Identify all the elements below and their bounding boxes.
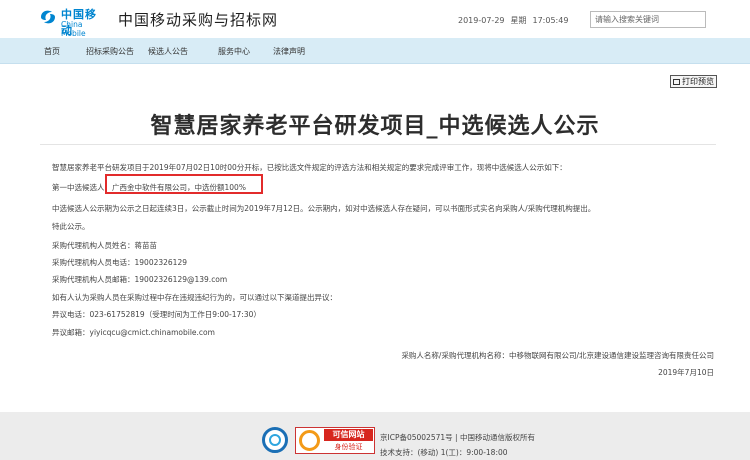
- nav-item-home[interactable]: 首页: [44, 46, 60, 57]
- notice-line: 特此公示。: [52, 222, 90, 231]
- site-header: 中国移动 China Mobile 中国移动采购与招标网 2019-07-29 星…: [0, 0, 750, 38]
- trusted-site-subtitle: 身份验证: [334, 443, 363, 451]
- page-title: 智慧居家养老平台研发项目_中选候选人公示: [150, 114, 600, 139]
- notice-intro: 智慧居家养老平台研发项目于2019年07月02日10时00分开标，已按比选文件规…: [52, 163, 567, 172]
- notice-line: 异议电话：023-61752819（受理时间为工作日9:00-17:30）: [52, 310, 261, 319]
- notice-line: 采购代理机构人员电话：19002326129: [52, 258, 187, 267]
- trusted-site-title: 可信网站: [324, 429, 373, 441]
- print-preview-label: 打印预览: [682, 77, 714, 86]
- notice-line: 如有人认为采购人员在采购过程中存在违规违纪行为的，可以通过以下渠道提出异议：: [52, 293, 337, 302]
- police-badge-icon[interactable]: [262, 427, 288, 453]
- nav-item-service-center[interactable]: 服务中心: [218, 46, 250, 57]
- current-datetime: 2019-07-29 星期 17:05:49: [458, 15, 574, 26]
- nav-item-legal[interactable]: 法律声明: [273, 46, 305, 57]
- current-date: 2019-07-29: [458, 16, 505, 25]
- search-input[interactable]: 请输入搜索关键词: [590, 11, 706, 28]
- notice-line: 采购代理机构人员姓名：蒋苗苗: [52, 241, 157, 250]
- current-time: 17:05:49: [532, 16, 569, 25]
- title-divider: [40, 144, 716, 145]
- nav-item-candidate-notices[interactable]: 候选人公告: [148, 46, 188, 57]
- notice-date: 2019年7月10日: [658, 368, 714, 377]
- current-weekday: 星期: [510, 16, 527, 25]
- print-preview-button[interactable]: 打印预览: [670, 75, 717, 88]
- trusted-site-icon: [299, 430, 320, 451]
- main-nav: 首页 招标采购公告 候选人公告 服务中心 法律声明: [0, 38, 750, 64]
- printer-icon: [673, 78, 680, 85]
- notice-line: 中选候选人公示期为公示之日起连续3日，公示截止时间为2019年7月12日。公示期…: [52, 204, 596, 213]
- notice-line: 采购代理机构人员邮箱：19002326129@139.com: [52, 275, 228, 284]
- logo-en-text: China Mobile: [61, 20, 86, 38]
- notice-signature: 采购人名称/采购代理机构名称：中移物联网有限公司/北京建设通信建设监理咨询有限责…: [401, 351, 714, 360]
- candidate-rank-label: 第一中选候选人：: [52, 183, 112, 192]
- site-title: 中国移动采购与招标网: [118, 11, 279, 29]
- china-mobile-logo[interactable]: 中国移动 China Mobile: [38, 5, 108, 38]
- site-footer: 可信网站 身份验证 京ICP备05002571号 | 中国移动通信版权所有 技术…: [0, 412, 750, 460]
- china-mobile-logo-icon: [41, 10, 55, 24]
- notice-line: 异议邮箱：yiyicqcu@cmict.chinamobile.com: [52, 328, 215, 337]
- winner-text: 广西金中软件有限公司，中选份额100%: [112, 183, 246, 192]
- nav-item-tender-notices[interactable]: 招标采购公告: [86, 46, 134, 57]
- footer-copyright: 京ICP备05002571号 | 中国移动通信版权所有: [380, 433, 535, 442]
- trusted-site-badge[interactable]: 可信网站 身份验证: [295, 427, 375, 454]
- footer-support: 技术支持：(移动) 1(工)：9:00-18:00: [380, 448, 508, 457]
